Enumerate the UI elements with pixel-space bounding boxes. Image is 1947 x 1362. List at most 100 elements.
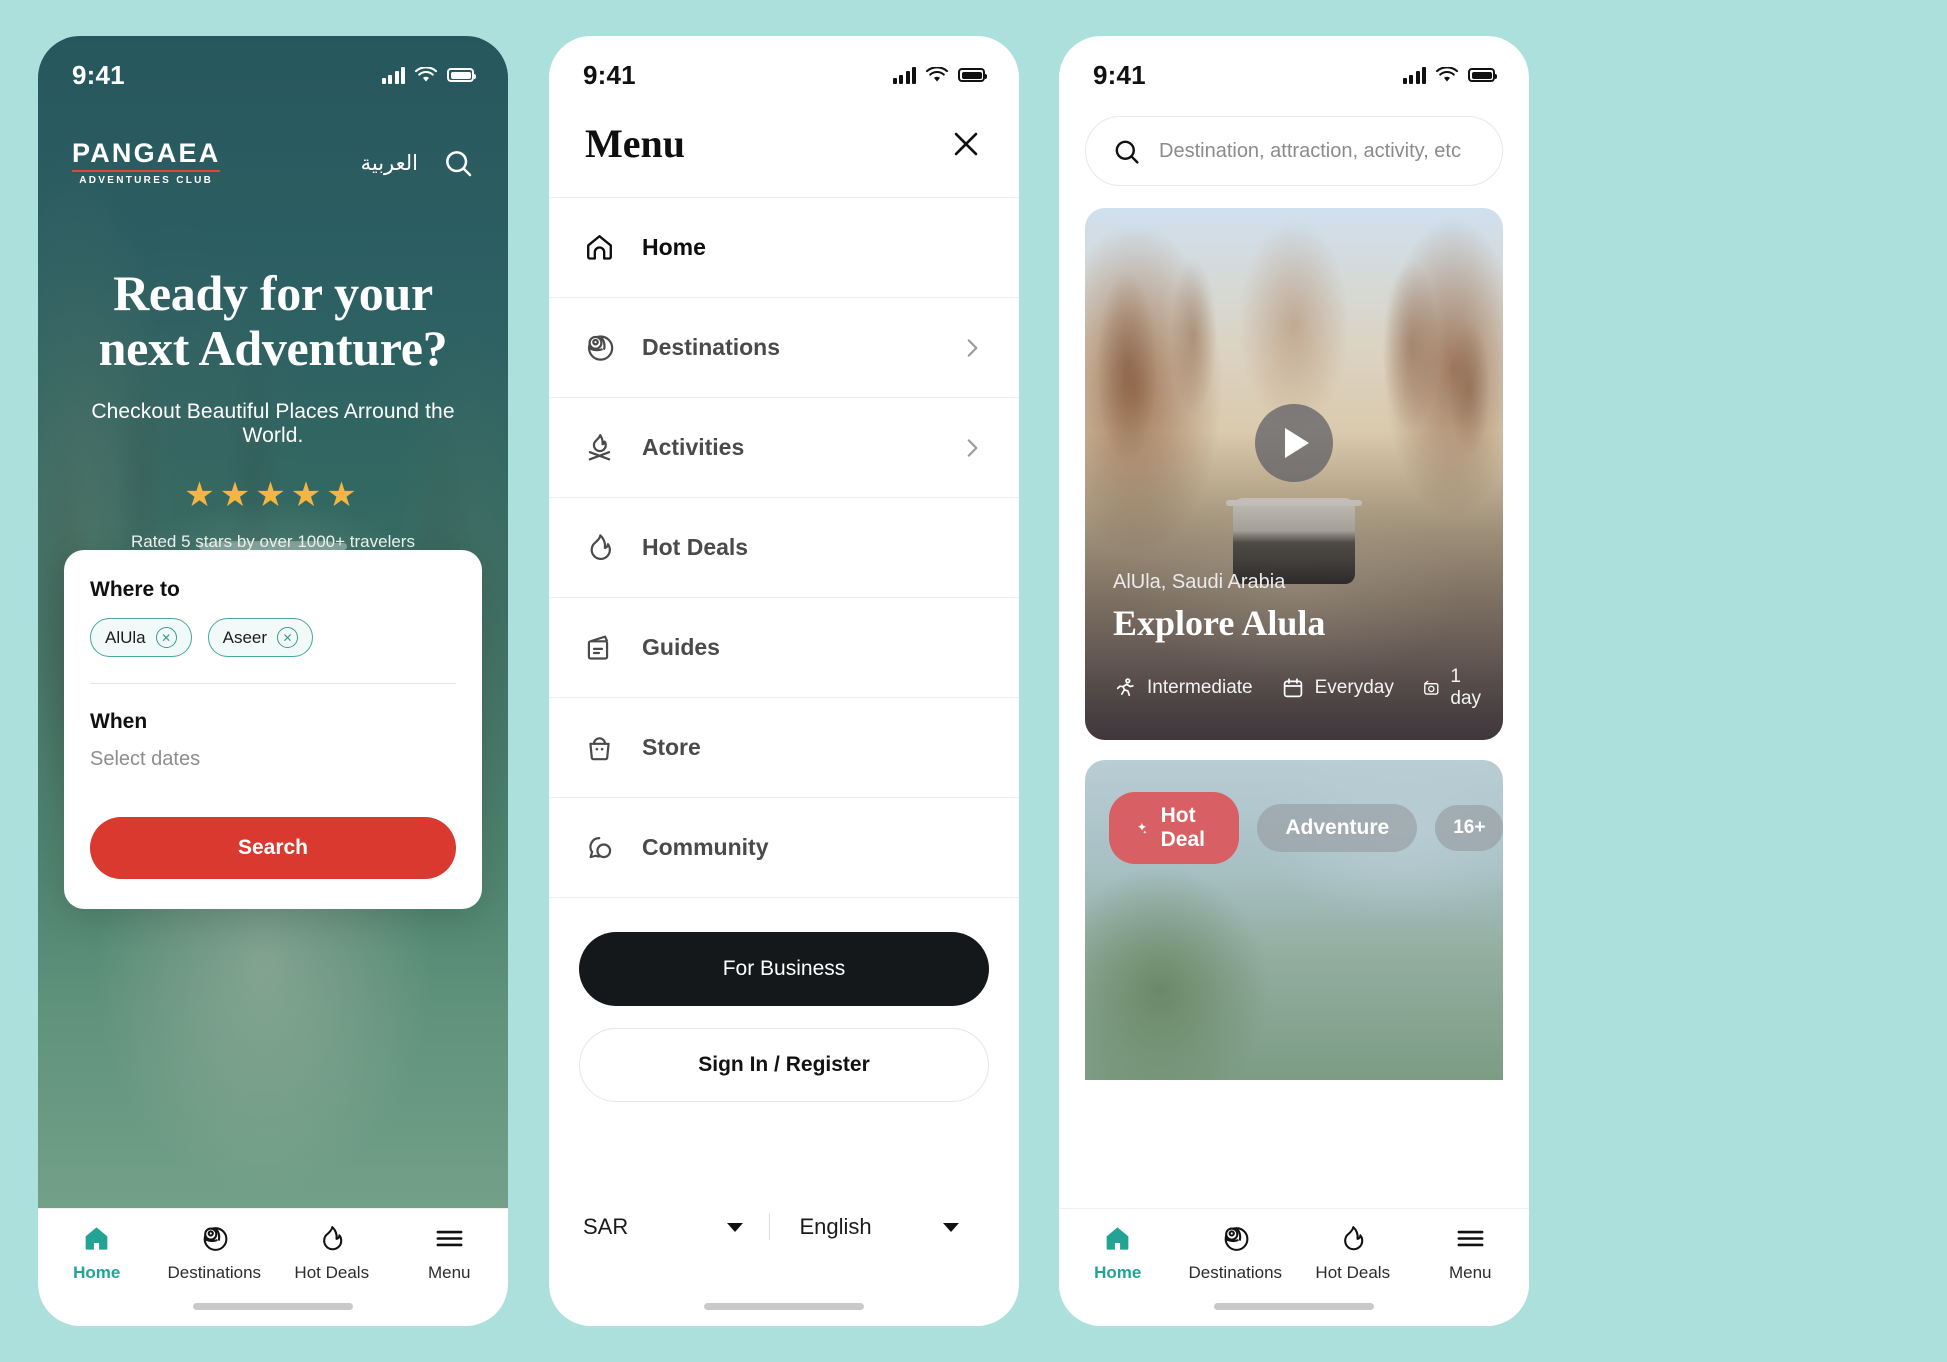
destination-chip[interactable]: AlUla ✕: [90, 618, 192, 657]
card-meta-row: Intermediate Everyday 1 day: [1113, 666, 1481, 710]
language-selector[interactable]: English: [768, 1214, 986, 1240]
globe-pin-icon: [203, 1227, 228, 1251]
cellular-signal-icon: [381, 66, 405, 84]
tab-menu[interactable]: Menu: [391, 1223, 509, 1283]
globe-pin-icon: [1224, 1227, 1249, 1251]
menu-list: Home Destinations Activities Hot Deals G…: [549, 197, 1019, 898]
menu-item-community[interactable]: Community: [549, 798, 1019, 898]
sign-in-register-button[interactable]: Sign In / Register: [579, 1028, 989, 1102]
wifi-icon: [414, 66, 438, 81]
campfire-icon: [588, 434, 611, 461]
rating-stars: ★★★★★: [184, 476, 362, 514]
card-location: AlUla, Saudi Arabia: [1113, 571, 1286, 593]
search-placeholder: Destination, attraction, activity, etc: [1159, 139, 1461, 162]
menu-item-destinations[interactable]: Destinations: [549, 298, 1019, 398]
card-badges: Hot Deal Adventure 16+: [1109, 792, 1503, 864]
menu-item-label: Hot Deals: [642, 534, 749, 560]
meta-duration: 1 day: [1422, 666, 1487, 710]
hero-title-line-2: next Adventure?: [98, 320, 448, 376]
home-icon: [587, 235, 612, 260]
tab-label: Destinations: [1188, 1263, 1283, 1282]
search-input[interactable]: Destination, attraction, activity, etc: [1085, 116, 1503, 186]
calendar-icon: [1283, 678, 1302, 698]
meta-label: Intermediate: [1147, 677, 1253, 698]
status-icons: [1402, 66, 1497, 84]
status-bar: 9:41: [549, 36, 1019, 98]
tab-hot-deals[interactable]: Hot Deals: [273, 1223, 391, 1283]
tab-menu[interactable]: Menu: [1412, 1223, 1530, 1283]
status-icons: [892, 66, 987, 84]
language-value: English: [799, 1214, 872, 1239]
sparkle-icon: [1137, 822, 1147, 834]
menu-title: Menu: [585, 121, 685, 166]
meta-label: 1 day: [1450, 666, 1482, 709]
brand-logo[interactable]: PANGAEA ADVENTURES CLUB: [72, 138, 221, 186]
card-divider: [90, 683, 456, 684]
tab-label: Destinations: [167, 1263, 262, 1282]
language-toggle-arabic[interactable]: العربية: [361, 151, 418, 176]
menu-item-label: Home: [642, 234, 706, 260]
menu-item-store[interactable]: Store: [549, 698, 1019, 798]
select-dates-input[interactable]: Select dates: [90, 748, 456, 771]
for-business-button[interactable]: For Business: [579, 932, 989, 1006]
tab-label: Home: [1094, 1263, 1142, 1282]
tab-home[interactable]: Home: [38, 1223, 156, 1283]
chip-label: Aseer: [222, 627, 268, 647]
chip-remove-icon[interactable]: ✕: [277, 627, 299, 648]
currency-value: SAR: [583, 1214, 629, 1239]
status-bar: 9:41: [1059, 36, 1529, 98]
brand-name: PANGAEA: [72, 138, 221, 168]
chip-remove-icon[interactable]: ✕: [155, 627, 177, 648]
menu-item-label: Community: [642, 834, 769, 860]
menu-item-activities[interactable]: Activities: [549, 398, 1019, 498]
home-icon: [85, 1227, 108, 1250]
cellular-signal-icon: [1402, 66, 1426, 84]
battery-icon: [1468, 68, 1497, 82]
tab-destinations[interactable]: Destinations: [156, 1223, 274, 1283]
phone-explore-screen: 9:41 Destination, attraction, activity, …: [1059, 36, 1529, 1326]
status-time: 9:41: [583, 59, 636, 90]
battery-icon: [958, 68, 987, 82]
menu-item-home[interactable]: Home: [549, 198, 1019, 298]
tab-label: Hot Deals: [294, 1263, 370, 1282]
chevron-right-icon: [967, 438, 978, 457]
meta-difficulty: Intermediate: [1113, 676, 1253, 700]
currency-selector[interactable]: SAR: [583, 1214, 769, 1240]
chevron-down-icon: [726, 1222, 743, 1232]
phone-menu-screen: 9:41 Menu Home Destinations Activities H…: [549, 36, 1019, 1326]
tab-hot-deals[interactable]: Hot Deals: [1294, 1223, 1412, 1283]
brand-underline: [72, 170, 221, 172]
tab-home[interactable]: Home: [1059, 1223, 1177, 1283]
hot-deal-card[interactable]: Hot Deal Adventure 16+: [1085, 760, 1503, 1080]
tab-destinations[interactable]: Destinations: [1177, 1223, 1295, 1283]
featured-card-alula[interactable]: AlUla, Saudi Arabia Explore Alula Interm…: [1085, 208, 1503, 740]
brand-tagline: ADVENTURES CLUB: [79, 175, 214, 186]
wifi-icon: [925, 66, 949, 81]
hero-title-line-1: Ready for your: [113, 265, 433, 321]
destination-chips: AlUla ✕ Aseer ✕: [90, 618, 456, 657]
preferences-row: SAR English: [549, 1214, 1019, 1240]
search-button[interactable]: Search: [90, 817, 456, 879]
globe-pin-icon: [587, 335, 614, 361]
rating-note: Rated 5 stars by over 1000+ travelers: [131, 532, 415, 551]
play-button[interactable]: [1255, 404, 1333, 482]
destination-chip[interactable]: Aseer ✕: [207, 618, 314, 657]
screenshot-stage: 9:41 PANGAEA ADVENTURES CLUB العربية Rea…: [0, 0, 1947, 1362]
tab-label: Hot Deals: [1315, 1263, 1391, 1282]
menu-item-guides[interactable]: Guides: [549, 598, 1019, 698]
tab-label: Home: [73, 1263, 121, 1282]
flame-icon: [323, 1226, 343, 1251]
hero-actions: العربية: [361, 147, 474, 179]
hero-copy: Ready for your next Adventure? Checkout …: [38, 266, 508, 552]
hero-title: Ready for your next Adventure?: [64, 266, 482, 376]
menu-item-hot-deals[interactable]: Hot Deals: [549, 498, 1019, 598]
search-icon[interactable]: [442, 147, 474, 179]
shopping-bag-icon: [589, 737, 610, 761]
flame-icon: [1344, 1226, 1364, 1251]
chevron-down-icon: [943, 1222, 959, 1232]
duration-icon: [1423, 680, 1439, 695]
menu-actions: For Business Sign In / Register: [549, 898, 1019, 1102]
close-icon[interactable]: [949, 127, 983, 161]
tab-label: Menu: [427, 1263, 471, 1282]
flame-icon: [590, 534, 611, 560]
